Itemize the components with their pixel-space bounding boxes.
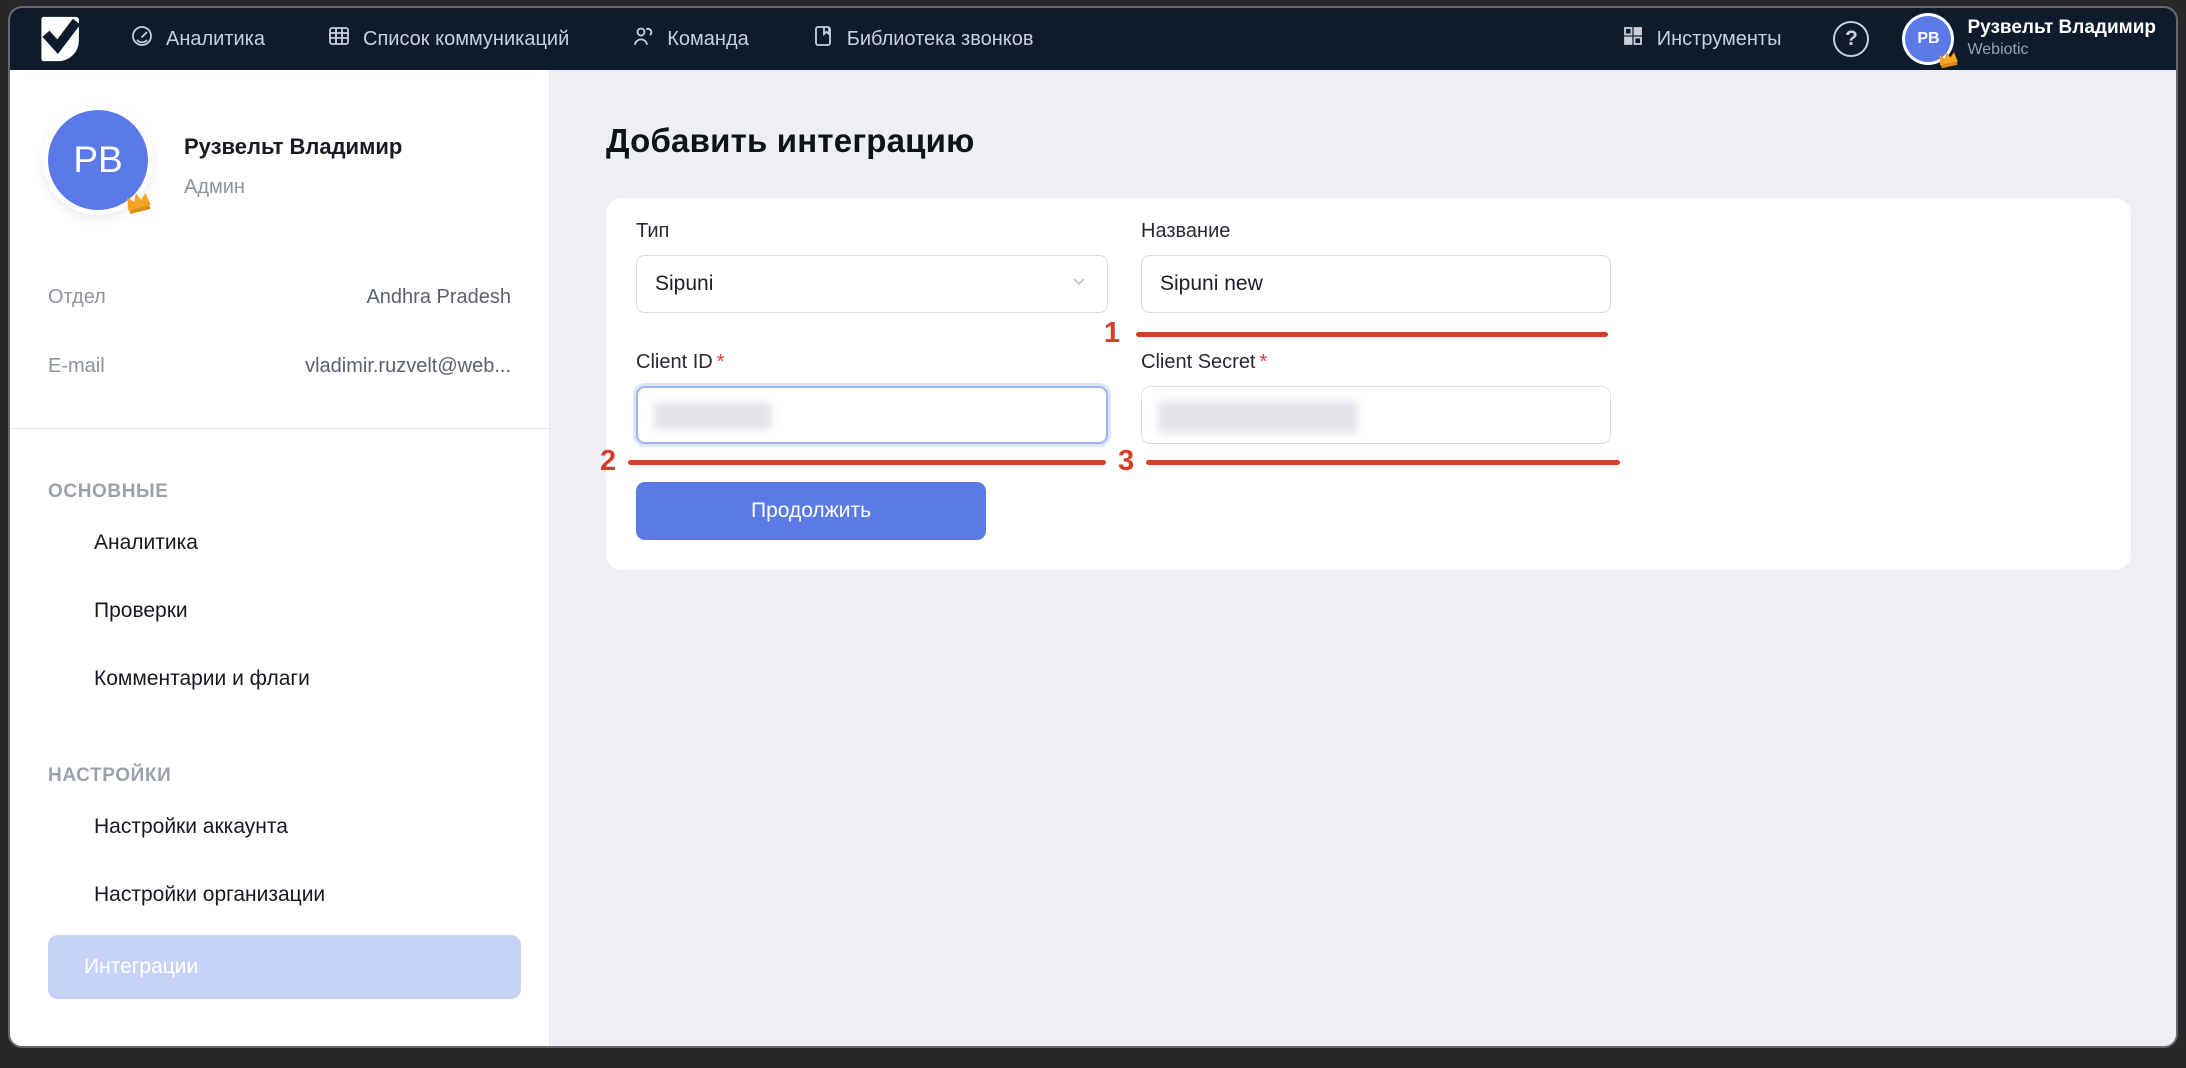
continue-button[interactable]: Продолжить bbox=[636, 482, 986, 540]
name-input[interactable] bbox=[1141, 255, 1611, 313]
app-window: Аналитика Список коммуникаций bbox=[10, 8, 2176, 1046]
required-asterisk: * bbox=[1260, 351, 1268, 373]
nav-tools[interactable]: Инструменты bbox=[1621, 24, 1782, 54]
sidebar-item-org-settings[interactable]: Настройки организации bbox=[48, 861, 511, 929]
main-content: Добавить интеграцию Тип Sipuni bbox=[550, 70, 2176, 1046]
app-body: РВ Рузвельт Владимир Админ Отдел Andhra … bbox=[10, 70, 2176, 1046]
client-secret-input[interactable] bbox=[1141, 386, 1611, 444]
nav-team[interactable]: Команда bbox=[631, 24, 748, 54]
info-value: Andhra Pradesh bbox=[366, 286, 511, 309]
name-label: Название bbox=[1141, 220, 1611, 243]
profile-info: Отдел Andhra Pradesh E-mail vladimir.ruz… bbox=[10, 286, 549, 378]
info-row-email: E-mail vladimir.ruzvelt@web... bbox=[48, 355, 511, 378]
people-icon bbox=[631, 24, 655, 54]
gauge-icon bbox=[130, 24, 154, 54]
client-id-label: Client ID* bbox=[636, 351, 1108, 374]
apps-grid-icon bbox=[1621, 24, 1645, 54]
profile-role: Админ bbox=[184, 176, 402, 199]
annotation-line-1 bbox=[1136, 332, 1608, 337]
type-label: Тип bbox=[636, 220, 1108, 243]
redacted-value bbox=[654, 402, 772, 430]
annotation-line-3 bbox=[1146, 460, 1620, 465]
annotation-number-2: 2 bbox=[600, 447, 616, 476]
nav-label: Команда bbox=[667, 28, 748, 51]
app-logo-icon[interactable] bbox=[38, 15, 84, 63]
client-id-input[interactable] bbox=[636, 386, 1108, 444]
integration-form-card: Тип Sipuni Название bbox=[606, 198, 2131, 570]
sidebar-item-checks[interactable]: Проверки bbox=[48, 577, 511, 645]
user-menu[interactable]: РВ Рузвельт Владимир Webiotic bbox=[1905, 16, 2156, 62]
nav-label: Список коммуникаций bbox=[363, 28, 569, 51]
annotation-number-3: 3 bbox=[1118, 447, 1134, 476]
type-select[interactable]: Sipuni bbox=[636, 255, 1108, 313]
name-field: Название bbox=[1141, 220, 1611, 313]
profile-name: Рузвельт Владимир bbox=[184, 134, 402, 160]
sidebar-item-integrations[interactable]: Интеграции bbox=[48, 935, 521, 999]
client-secret-field: Client Secret* bbox=[1141, 351, 1611, 444]
user-org: Webiotic bbox=[1967, 40, 2156, 61]
topnav-right-cluster: Инструменты ? РВ Рузвельт Владимир Webio… bbox=[1621, 16, 2156, 62]
profile-block: РВ Рузвельт Владимир Админ bbox=[10, 110, 549, 210]
profile-meta: Рузвельт Владимир Админ bbox=[184, 110, 402, 199]
type-select-value: Sipuni bbox=[655, 272, 713, 296]
crown-icon bbox=[121, 185, 155, 219]
chevron-down-icon bbox=[1069, 271, 1089, 297]
user-avatar: РВ bbox=[1905, 16, 1951, 62]
annotation-line-2 bbox=[628, 460, 1106, 465]
annotation-number-1: 1 bbox=[1104, 319, 1120, 348]
client-secret-label-text: Client Secret bbox=[1141, 351, 1256, 373]
info-value: vladimir.ruzvelt@web... bbox=[305, 355, 511, 378]
redacted-value bbox=[1158, 401, 1358, 433]
sidebar-item-account-settings[interactable]: Настройки аккаунта bbox=[48, 793, 511, 861]
nav-label: Инструменты bbox=[1657, 28, 1782, 51]
client-id-label-text: Client ID bbox=[636, 351, 713, 373]
page-title: Добавить интеграцию bbox=[606, 122, 2176, 160]
nav-call-library[interactable]: Библиотека звонков bbox=[811, 24, 1034, 54]
info-label: Отдел bbox=[48, 286, 106, 309]
sidebar: РВ Рузвельт Владимир Админ Отдел Andhra … bbox=[10, 70, 550, 1046]
integration-form: Тип Sipuni Название bbox=[636, 220, 2101, 540]
nav-label: Библиотека звонков bbox=[847, 28, 1034, 51]
info-label: E-mail bbox=[48, 355, 105, 378]
info-row-department: Отдел Andhra Pradesh bbox=[48, 286, 511, 309]
help-icon[interactable]: ? bbox=[1833, 21, 1869, 57]
nav-analytics[interactable]: Аналитика bbox=[130, 24, 265, 54]
avatar-initials: РВ bbox=[73, 139, 122, 181]
type-field: Тип Sipuni bbox=[636, 220, 1108, 313]
profile-avatar: РВ bbox=[48, 110, 148, 210]
help-glyph: ? bbox=[1845, 27, 1858, 51]
user-name: Рузвельт Владимир bbox=[1967, 17, 2156, 40]
crown-icon bbox=[1935, 46, 1961, 72]
nav-communications-list[interactable]: Список коммуникаций bbox=[327, 24, 569, 54]
nav-label: Аналитика bbox=[166, 28, 265, 51]
user-meta: Рузвельт Владимир Webiotic bbox=[1967, 17, 2156, 61]
avatar-initials: РВ bbox=[1917, 30, 1939, 48]
main-menu: Аналитика Список коммуникаций bbox=[130, 24, 1034, 54]
table-icon bbox=[327, 24, 351, 54]
sidebar-section-settings: НАСТРОЙКИ bbox=[48, 765, 511, 787]
required-asterisk: * bbox=[717, 351, 725, 373]
bookmark-file-icon bbox=[811, 24, 835, 54]
top-navigation: Аналитика Список коммуникаций bbox=[10, 8, 2176, 70]
client-secret-label: Client Secret* bbox=[1141, 351, 1611, 374]
sidebar-item-comments-flags[interactable]: Комментарии и флаги bbox=[48, 645, 511, 713]
client-id-field: Client ID* bbox=[636, 351, 1108, 444]
sidebar-item-analytics[interactable]: Аналитика bbox=[48, 509, 511, 577]
sidebar-section-main: ОСНОВНЫЕ bbox=[48, 481, 511, 503]
sidebar-divider bbox=[10, 428, 549, 429]
